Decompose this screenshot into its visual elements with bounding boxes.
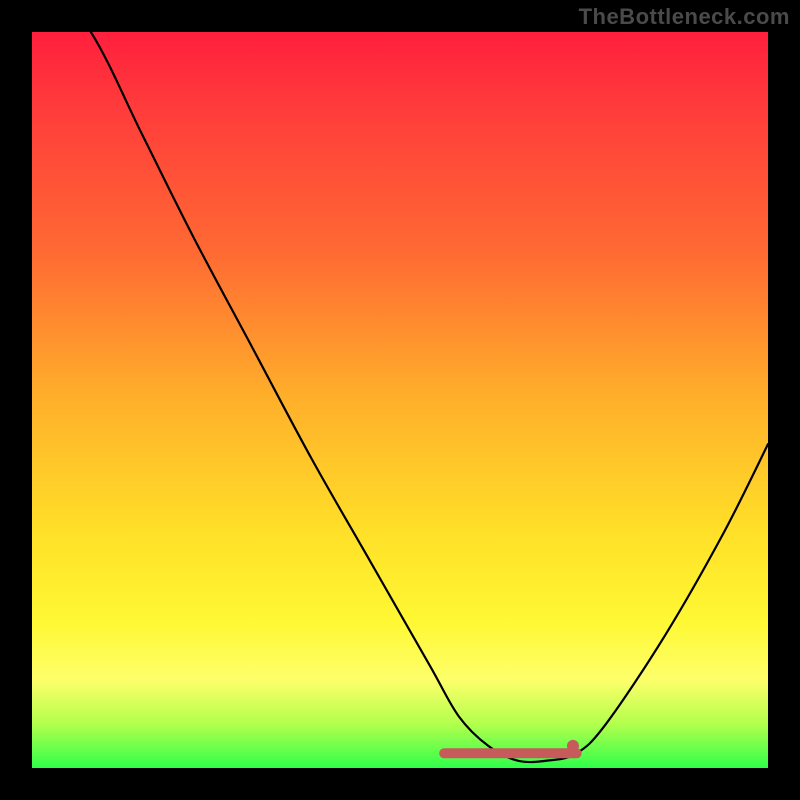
watermark-text: TheBottleneck.com: [579, 4, 790, 30]
flat-region-dot: [567, 740, 579, 752]
bottleneck-curve: [32, 32, 768, 762]
chart-frame: TheBottleneck.com: [0, 0, 800, 800]
curve-svg: [32, 32, 768, 768]
plot-area: [32, 32, 768, 768]
